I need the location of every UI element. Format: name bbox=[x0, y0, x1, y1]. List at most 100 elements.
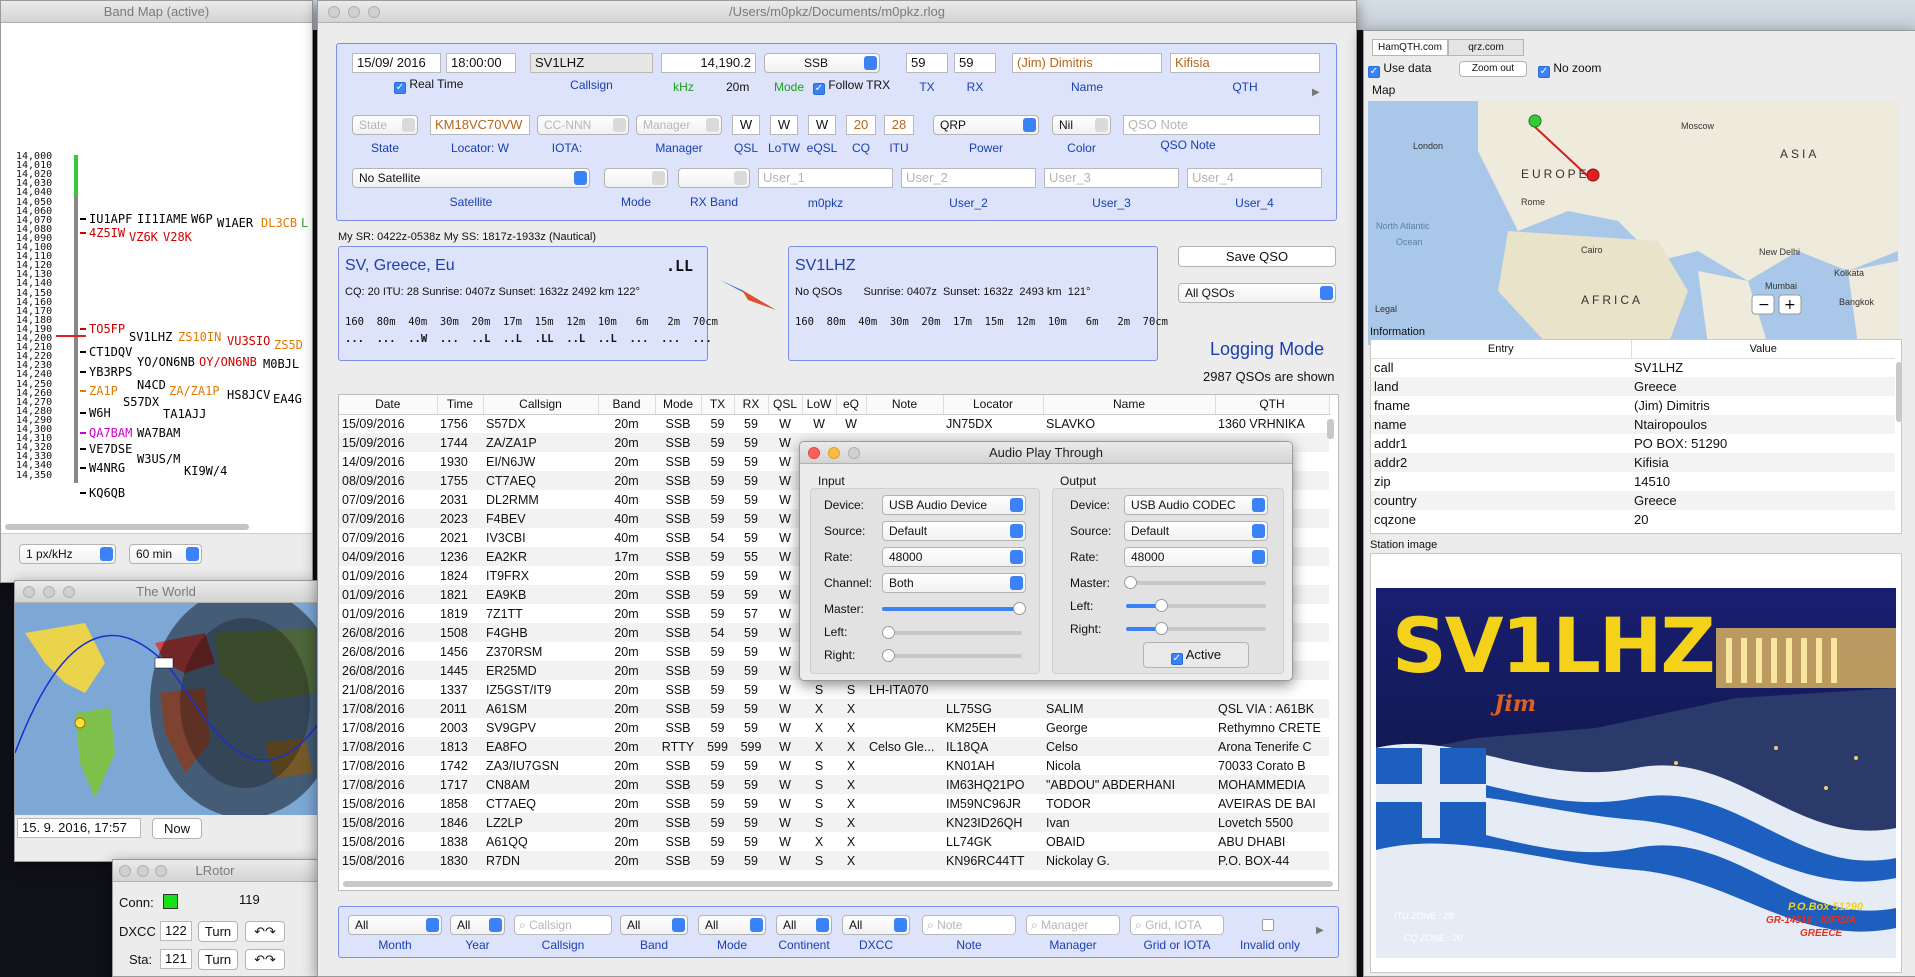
table-row[interactable]: 15/08/2016 1838 A61QQ 20m SSB 59 59 W X X LL74GK OB… bbox=[339, 832, 1329, 851]
iota-select[interactable]: CC-NNN bbox=[537, 115, 629, 135]
expand-arrow-icon[interactable]: ▶ bbox=[1312, 87, 1320, 98]
info-scrollbar[interactable] bbox=[1896, 362, 1901, 422]
out-device-select[interactable]: USB Audio CODEC bbox=[1124, 495, 1268, 515]
band-map-spot[interactable]: W6P bbox=[191, 212, 213, 226]
rotor-titlebar[interactable]: LRotor bbox=[113, 860, 317, 882]
col-header-name[interactable]: Name bbox=[1043, 395, 1216, 415]
in-device-select[interactable]: USB Audio Device bbox=[882, 495, 1026, 515]
user1-field[interactable]: User_1 bbox=[758, 168, 893, 188]
user2-field[interactable]: User_2 bbox=[901, 168, 1036, 188]
filter-expand-arrow-icon[interactable]: ▶ bbox=[1316, 925, 1324, 936]
log-titlebar[interactable]: /Users/m0pkz/Documents/m0pkz.rlog bbox=[318, 1, 1356, 23]
time-field[interactable]: 18:00:00 bbox=[446, 53, 516, 73]
band-map-spot[interactable]: VU3SIO bbox=[227, 334, 270, 348]
state-select[interactable]: State bbox=[352, 115, 418, 135]
qth-map[interactable]: − + bbox=[1368, 101, 1898, 345]
col-header-qsl[interactable]: QSL bbox=[768, 395, 803, 415]
col-header-eq[interactable]: eQ bbox=[836, 395, 867, 415]
col-header-locator[interactable]: Locator bbox=[943, 395, 1044, 415]
world-now-button[interactable]: Now bbox=[152, 818, 202, 839]
rotor-sta-swap-icon[interactable]: ↶↷ bbox=[245, 949, 285, 970]
out-left-slider[interactable] bbox=[1126, 599, 1266, 612]
band-map-spot[interactable]: V28K bbox=[163, 230, 192, 244]
info-row[interactable]: addr2 Kifisia bbox=[1371, 453, 1895, 472]
band-map-titlebar[interactable]: Band Map (active) bbox=[1, 1, 312, 23]
band-map-spot[interactable]: KI9W/4 bbox=[184, 464, 227, 478]
realtime-checkbox[interactable]: ✓ Real Time bbox=[394, 77, 463, 94]
save-qso-button[interactable]: Save QSO bbox=[1178, 246, 1336, 267]
filter-manager-field[interactable]: ⌕ Manager bbox=[1026, 915, 1120, 935]
in-right-slider[interactable] bbox=[882, 649, 1022, 662]
power-select[interactable]: QRP bbox=[933, 115, 1039, 135]
band-map-spot[interactable]: W6H bbox=[89, 406, 111, 420]
band-map-spot[interactable]: II1IAME bbox=[137, 212, 188, 226]
audio-titlebar[interactable]: Audio Play Through bbox=[800, 442, 1292, 464]
rotor-dxcc-swap-icon[interactable]: ↶↷ bbox=[245, 921, 285, 942]
band-map-spot[interactable]: L bbox=[301, 216, 308, 230]
band-map-spot[interactable]: ZS5D bbox=[274, 338, 303, 352]
qth-field[interactable]: Kifisia bbox=[1170, 53, 1320, 73]
band-map-spot[interactable]: YB3RPS bbox=[89, 365, 132, 379]
no-zoom-checkbox[interactable]: ✓ No zoom bbox=[1538, 61, 1601, 78]
band-map-spot[interactable]: N4CD bbox=[137, 378, 166, 392]
band-map-spot[interactable]: HS8JCV bbox=[227, 388, 270, 402]
info-table[interactable]: Entry Value call SV1LHZ land Greece fname (Jim… bbox=[1371, 340, 1895, 529]
band-map-spot[interactable]: IU1APF bbox=[89, 212, 132, 226]
band-map-spot[interactable]: M0BJL bbox=[263, 357, 299, 371]
qso-filter-select[interactable]: All QSOs bbox=[1178, 283, 1336, 303]
in-source-select[interactable]: Default bbox=[882, 521, 1026, 541]
col-header-time[interactable]: Time bbox=[437, 395, 484, 415]
band-map-spot[interactable]: TA1AJJ bbox=[163, 407, 206, 421]
world-titlebar[interactable]: The World bbox=[15, 581, 317, 603]
user3-field[interactable]: User_3 bbox=[1044, 168, 1179, 188]
log-hscrollbar[interactable] bbox=[343, 881, 1333, 887]
col-header-callsign[interactable]: Callsign bbox=[483, 395, 599, 415]
world-datetime-field[interactable]: 15. 9. 2016, 17:57 bbox=[17, 818, 141, 838]
info-row[interactable]: name Ntairopoulos bbox=[1371, 415, 1895, 434]
out-source-select[interactable]: Default bbox=[1124, 521, 1268, 541]
zoom-out-button[interactable]: Zoom out bbox=[1459, 61, 1527, 77]
locator-field[interactable]: KM18VC70VW bbox=[430, 115, 530, 135]
rx-band-select[interactable] bbox=[678, 168, 750, 188]
band-map-spot[interactable]: KQ6QB bbox=[89, 486, 125, 500]
col-header-band[interactable]: Band bbox=[598, 395, 656, 415]
rotor-sta-turn-button[interactable]: Turn bbox=[198, 949, 238, 970]
rotor-sta-field[interactable]: 121 bbox=[160, 949, 192, 969]
band-map-spot[interactable]: YO/ON6NB bbox=[137, 355, 195, 369]
itu-zone-field[interactable]: 28 bbox=[884, 115, 914, 135]
band-map-spot[interactable]: SV1LHZ bbox=[129, 330, 172, 344]
filter-callsign-field[interactable]: ⌕ Callsign bbox=[514, 915, 612, 935]
col-header-mode[interactable]: Mode bbox=[655, 395, 702, 415]
table-row[interactable]: 17/08/2016 1742 ZA3/IU7GSN 20m SSB 59 59 W S X KN0… bbox=[339, 756, 1329, 775]
manager-select[interactable]: Manager bbox=[636, 115, 722, 135]
qso-note-field[interactable]: QSO Note bbox=[1123, 115, 1320, 135]
audio-minimize-button[interactable] bbox=[828, 447, 840, 459]
info-row[interactable]: zip 14510 bbox=[1371, 472, 1895, 491]
cq-zone-field[interactable]: 20 bbox=[846, 115, 876, 135]
user4-field[interactable]: User_4 bbox=[1187, 168, 1322, 188]
band-map-spot[interactable]: WA7BAM bbox=[137, 426, 180, 440]
rotor-dxcc-field[interactable]: 122 bbox=[160, 921, 192, 941]
filter-continent-select[interactable]: All bbox=[776, 915, 832, 935]
table-row[interactable]: 17/08/2016 2003 SV9GPV 20m SSB 59 59 W X X KM25EH G… bbox=[339, 718, 1329, 737]
info-row[interactable]: land Greece bbox=[1371, 377, 1895, 396]
band-map-spot[interactable]: EA4G bbox=[273, 392, 302, 406]
band-map-spot[interactable]: CT1DQV bbox=[89, 345, 132, 359]
table-row[interactable]: 15/08/2016 1846 LZ2LP 20m SSB 59 59 W S X KN23ID26… bbox=[339, 813, 1329, 832]
table-row[interactable]: 21/08/2016 1337 IZ5GST/IT9 20m SSB 59 59 W S S LH-… bbox=[339, 680, 1329, 699]
in-rate-select[interactable]: 48000 bbox=[882, 547, 1026, 567]
band-map-spot[interactable]: OY/ON6NB bbox=[199, 355, 257, 369]
table-row[interactable]: 17/08/2016 2011 A61SM 20m SSB 59 59 W X X LL75SG SA… bbox=[339, 699, 1329, 718]
band-map-spot[interactable]: VE7DSE bbox=[89, 442, 132, 456]
band-map-spot[interactable]: 4Z5IW bbox=[89, 226, 125, 240]
qsl-field[interactable]: W bbox=[732, 115, 760, 135]
info-table-container[interactable]: Entry Value call SV1LHZ land Greece fname (Jim… bbox=[1370, 339, 1902, 534]
band-map-area[interactable]: 14,000 14,010 14,020 14,030 14,040 14,050 14,0… bbox=[1, 23, 312, 523]
band-map-spot[interactable]: ZA/ZA1P bbox=[169, 384, 220, 398]
name-field[interactable]: (Jim) Dimitris bbox=[1012, 53, 1162, 73]
band-map-spot[interactable]: TO5FP bbox=[89, 322, 125, 336]
color-select[interactable]: Nil bbox=[1052, 115, 1111, 135]
col-header-low[interactable]: LoW bbox=[802, 395, 837, 415]
filter-dxcc-select[interactable]: All bbox=[842, 915, 910, 935]
tab-hamqth[interactable]: HamQTH.com bbox=[1372, 39, 1448, 56]
